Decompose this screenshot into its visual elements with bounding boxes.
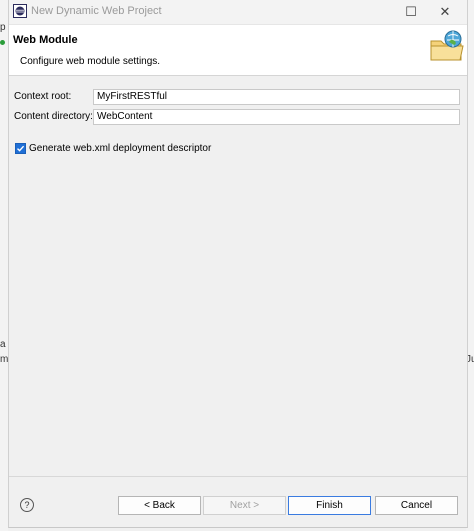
- next-button[interactable]: Next >: [203, 496, 286, 515]
- close-icon: ✕: [439, 4, 451, 19]
- content-directory-field[interactable]: WebContent: [93, 109, 460, 125]
- maximize-icon: ☐: [405, 4, 417, 19]
- checkmark-icon: [17, 145, 25, 152]
- window-title: New Dynamic Web Project: [31, 5, 162, 17]
- back-button[interactable]: < Back: [118, 496, 201, 515]
- wizard-header: Web Module Configure web module settings…: [9, 25, 467, 76]
- context-root-label: Context root:: [14, 91, 72, 102]
- background-window-left: p a m: [0, 0, 8, 531]
- content-directory-label: Content directory:: [14, 111, 93, 122]
- background-text-fragment: a: [0, 339, 6, 350]
- footer-divider: [9, 476, 467, 477]
- help-icon[interactable]: ?: [20, 498, 34, 512]
- generate-web-xml-checkbox[interactable]: [15, 143, 26, 154]
- eclipse-app-icon: [13, 4, 27, 18]
- finish-button[interactable]: Finish: [288, 496, 371, 515]
- background-status-dot: [0, 40, 5, 45]
- cancel-button[interactable]: Cancel: [375, 496, 458, 515]
- context-root-field[interactable]: MyFirstRESTful: [93, 89, 460, 105]
- page-description: Configure web module settings.: [20, 56, 161, 67]
- title-bar[interactable]: New Dynamic Web Project ☐ ✕: [9, 0, 467, 25]
- page-title: Web Module: [13, 34, 78, 46]
- new-dynamic-web-project-dialog: New Dynamic Web Project ☐ ✕ Web Module C…: [8, 0, 468, 528]
- background-text-fragment: p: [0, 22, 6, 33]
- generate-web-xml-label[interactable]: Generate web.xml deployment descriptor: [29, 143, 211, 154]
- close-button[interactable]: ✕: [423, 0, 467, 24]
- wizard-folder-globe-icon: [430, 30, 464, 61]
